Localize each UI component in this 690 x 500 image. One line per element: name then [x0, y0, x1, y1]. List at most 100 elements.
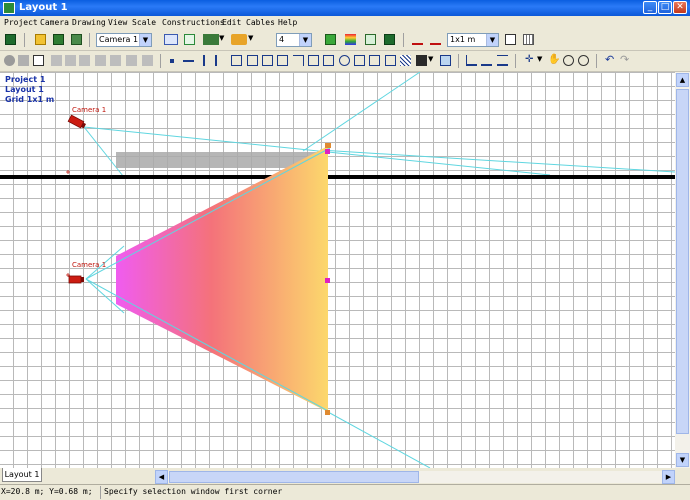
cut-icon[interactable] [51, 55, 62, 66]
flip-icon[interactable] [365, 34, 376, 45]
menu-drawing[interactable]: Drawing [72, 18, 106, 27]
add-camera-icon[interactable] [184, 34, 195, 45]
wall-icon[interactable] [231, 55, 242, 66]
menu-cables[interactable]: Cables [246, 18, 275, 27]
menu-help[interactable]: Help [278, 18, 297, 27]
chevron-down-icon: ▼ [486, 34, 498, 46]
chevron-down-icon[interactable]: ▼ [537, 55, 545, 66]
zoom-in-icon[interactable] [563, 55, 574, 66]
fov-handle[interactable] [325, 410, 330, 415]
save-project-icon[interactable] [53, 34, 64, 45]
vertical-scrollbar[interactable]: ▲ ▼ [675, 72, 690, 468]
bottom-camera-icon[interactable] [68, 275, 84, 284]
dimension-aligned-icon[interactable] [497, 55, 508, 66]
menu-scale[interactable]: Scale [132, 18, 156, 27]
fov-handle[interactable] [325, 278, 330, 283]
scroll-right-button[interactable]: ▶ [662, 470, 675, 484]
grid-select[interactable]: 1x1 m ▼ [447, 33, 499, 47]
pan-cross-icon[interactable]: ✛ [525, 55, 536, 66]
array-icon[interactable] [142, 55, 153, 66]
close-button[interactable]: ✕ [673, 1, 687, 14]
scroll-down-button[interactable]: ▼ [676, 453, 689, 467]
title-bar: Layout 1 _ □ ✕ [0, 0, 690, 16]
fov-handle[interactable] [325, 143, 331, 148]
redo-icon[interactable]: ↷ [620, 54, 631, 66]
undo-icon[interactable]: ↶ [605, 54, 616, 66]
chevron-down-icon: ▼ [139, 34, 151, 46]
menu-project[interactable]: Project [4, 18, 38, 27]
layout-drawing[interactable]: Camera 1 Camera 1 [0, 72, 675, 468]
hatch-icon[interactable] [400, 55, 411, 66]
fill-icon[interactable] [416, 55, 427, 66]
export-icon[interactable] [71, 34, 82, 45]
dimension-horizontal-icon[interactable] [481, 55, 492, 66]
mirror-icon[interactable] [126, 55, 137, 66]
layout-name-label: Layout 1 [5, 85, 44, 94]
top-camera-label: Camera 1 [72, 106, 106, 114]
circle-icon[interactable] [339, 55, 350, 66]
chevron-down-icon[interactable]: ▼ [248, 34, 256, 45]
parallelogram-icon[interactable] [277, 55, 288, 66]
rotate-icon[interactable] [110, 55, 121, 66]
scale-line-icon[interactable] [430, 34, 441, 45]
dimension-icon[interactable] [466, 55, 477, 66]
camera-select[interactable]: Camera 1 ▼ [96, 33, 152, 47]
shape-icon[interactable] [354, 55, 365, 66]
save-icon[interactable] [5, 34, 16, 45]
bottom-camera-fov [116, 146, 328, 412]
copy-icon[interactable] [65, 55, 76, 66]
paste-icon[interactable] [79, 55, 90, 66]
fov-handle[interactable] [325, 149, 330, 154]
point-icon[interactable] [170, 59, 174, 63]
vertical-scroll-thumb[interactable] [676, 89, 689, 434]
color-icon[interactable] [325, 34, 336, 45]
snap-icon[interactable] [505, 34, 516, 45]
box-icon[interactable] [308, 55, 319, 66]
rectangle-icon[interactable] [262, 55, 273, 66]
move-icon[interactable] [95, 55, 106, 66]
palette-icon[interactable] [345, 34, 356, 45]
globe-icon[interactable] [4, 55, 15, 66]
grid-select-value: 1x1 m [450, 35, 476, 44]
maximize-button[interactable]: □ [658, 1, 672, 14]
vertical-line-icon[interactable] [203, 55, 205, 66]
menu-edit[interactable]: Edit [222, 18, 241, 27]
toolbar-separator [160, 54, 161, 68]
grid-size-label: Grid 1x1 m [5, 95, 55, 104]
horizontal-scroll-thumb[interactable] [169, 471, 419, 483]
menu-camera[interactable]: Camera [40, 18, 69, 27]
select-camera-icon[interactable] [164, 34, 178, 45]
toolbar-separator [403, 33, 404, 47]
minimize-button[interactable]: _ [643, 1, 657, 14]
lens-icon[interactable] [231, 34, 247, 45]
zoom-out-icon[interactable] [578, 55, 589, 66]
frame-icon[interactable] [385, 55, 396, 66]
polyline-icon[interactable] [215, 55, 226, 66]
grid-fill-icon[interactable] [384, 34, 395, 45]
measure-icon[interactable] [412, 34, 423, 45]
eraser-icon[interactable] [18, 55, 29, 66]
chevron-down-icon[interactable]: ▼ [428, 55, 436, 66]
chevron-down-icon[interactable]: ▼ [219, 34, 227, 45]
grid-toggle-icon[interactable] [523, 34, 534, 45]
drawing-canvas[interactable]: Camera 1 Camera 1 Project 1 Layout 1 Gri… [0, 72, 675, 468]
toolbar-separator [24, 33, 25, 47]
horizontal-scrollbar[interactable]: ◀ ▶ [155, 470, 675, 484]
line-icon[interactable] [183, 60, 194, 62]
camera-model-icon[interactable] [203, 34, 219, 45]
text-icon[interactable] [369, 55, 380, 66]
new-project-icon[interactable] [35, 34, 46, 45]
hand-icon[interactable]: ✋ [548, 55, 560, 66]
column-icon[interactable] [323, 55, 334, 66]
layer-icon[interactable] [440, 55, 451, 66]
arrow-line-icon[interactable] [293, 55, 304, 66]
tab-layout-1[interactable]: Layout 1 [2, 468, 42, 482]
scroll-left-button[interactable]: ◀ [155, 470, 168, 484]
scroll-up-button[interactable]: ▲ [676, 73, 689, 87]
number-select[interactable]: 4 ▼ [276, 33, 312, 47]
top-camera-icon[interactable] [67, 114, 87, 129]
menu-view[interactable]: View [108, 18, 127, 27]
pointer-icon[interactable] [33, 55, 44, 66]
door-icon[interactable] [247, 55, 258, 66]
menu-constructions[interactable]: Constructions [162, 18, 225, 27]
